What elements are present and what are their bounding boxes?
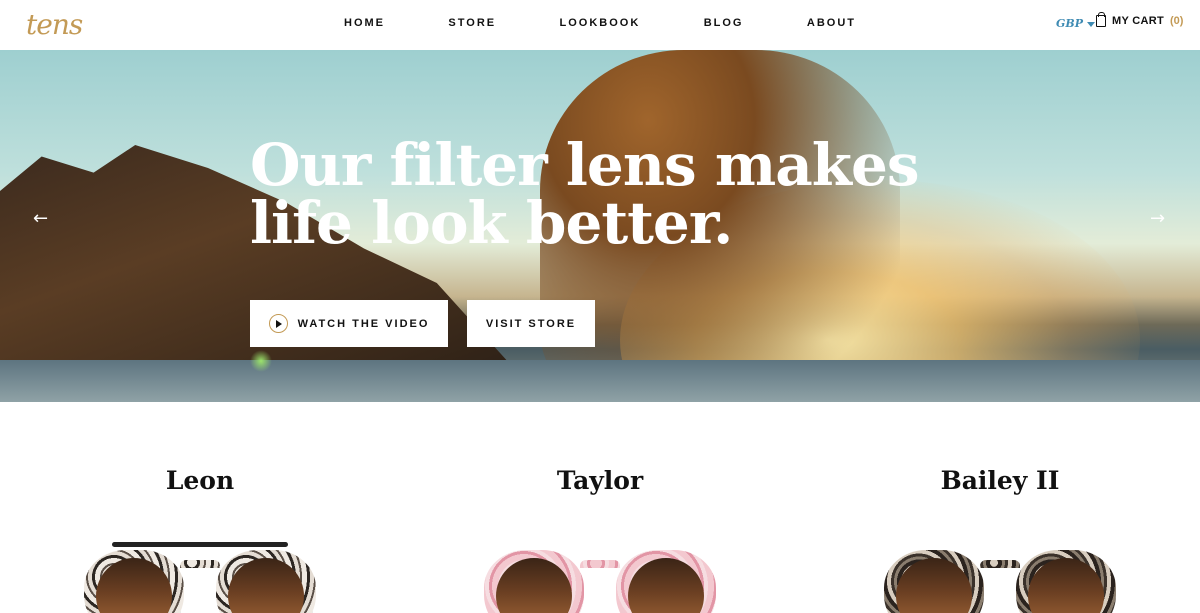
play-icon (268, 314, 288, 333)
sunglasses-image (884, 542, 1116, 613)
brand-logo[interactable]: tens (26, 8, 83, 41)
watch-video-button[interactable]: WATCH THE VIDEO (250, 300, 448, 347)
frame-bridge (580, 560, 620, 568)
frame-left (884, 550, 984, 613)
currency-label: GBP (1056, 17, 1083, 30)
product-name: Leon (165, 466, 235, 495)
lens-left (896, 558, 972, 613)
visit-store-label: VISIT STORE (485, 317, 577, 330)
hero-headline: Our filter lens makes life look better. (250, 131, 920, 257)
frame-left (84, 550, 184, 613)
product-card-taylor[interactable]: Taylor (400, 402, 800, 613)
product-card-bailey-ii[interactable]: Bailey II (800, 402, 1200, 613)
frame-right (1016, 550, 1116, 613)
lens-right (628, 558, 704, 613)
arrow-left-icon[interactable]: ← (33, 210, 51, 228)
product-name: Bailey II (940, 466, 1060, 495)
nav-lookbook[interactable]: LOOKBOOK (536, 17, 665, 29)
visit-store-button[interactable]: VISIT STORE (467, 300, 595, 347)
cart-count: (0) (1170, 15, 1184, 27)
frame-bridge (980, 560, 1020, 568)
watch-video-label: WATCH THE VIDEO (297, 317, 430, 330)
site-header: tens HOME STORE LOOKBOOK BLOG ABOUT GBP … (0, 0, 1200, 50)
shopping-bag-icon (1096, 12, 1106, 27)
lens-left (96, 558, 172, 613)
sunglasses-image (84, 542, 316, 613)
frame-right (616, 550, 716, 613)
frame-topbar (112, 542, 288, 547)
sunglasses-image (484, 542, 716, 613)
hero-sea (0, 360, 1200, 402)
arrow-right-icon[interactable]: → (1150, 210, 1168, 228)
lens-left (496, 558, 572, 613)
lens-right (1028, 558, 1104, 613)
nav-blog[interactable]: BLOG (680, 17, 768, 29)
hero-banner: Our filter lens makes life look better. … (0, 50, 1200, 402)
featured-products: Leon Taylor Bailey II (0, 402, 1200, 613)
cart-link[interactable]: MY CART (0) (1096, 12, 1184, 27)
product-name: Taylor (556, 466, 644, 495)
frame-bridge (180, 560, 220, 568)
caret-down-icon (1086, 21, 1095, 27)
cart-label: MY CART (1112, 15, 1165, 27)
lens-flare (250, 350, 272, 372)
lens-right (228, 558, 304, 613)
nav-home[interactable]: HOME (320, 17, 409, 29)
frame-right (216, 550, 316, 613)
nav-store[interactable]: STORE (424, 17, 520, 29)
currency-selector[interactable]: GBP (1056, 17, 1095, 30)
frame-left (484, 550, 584, 613)
nav-about[interactable]: ABOUT (783, 17, 880, 29)
main-nav: HOME STORE LOOKBOOK BLOG ABOUT (320, 17, 880, 29)
product-card-leon[interactable]: Leon (0, 402, 400, 613)
